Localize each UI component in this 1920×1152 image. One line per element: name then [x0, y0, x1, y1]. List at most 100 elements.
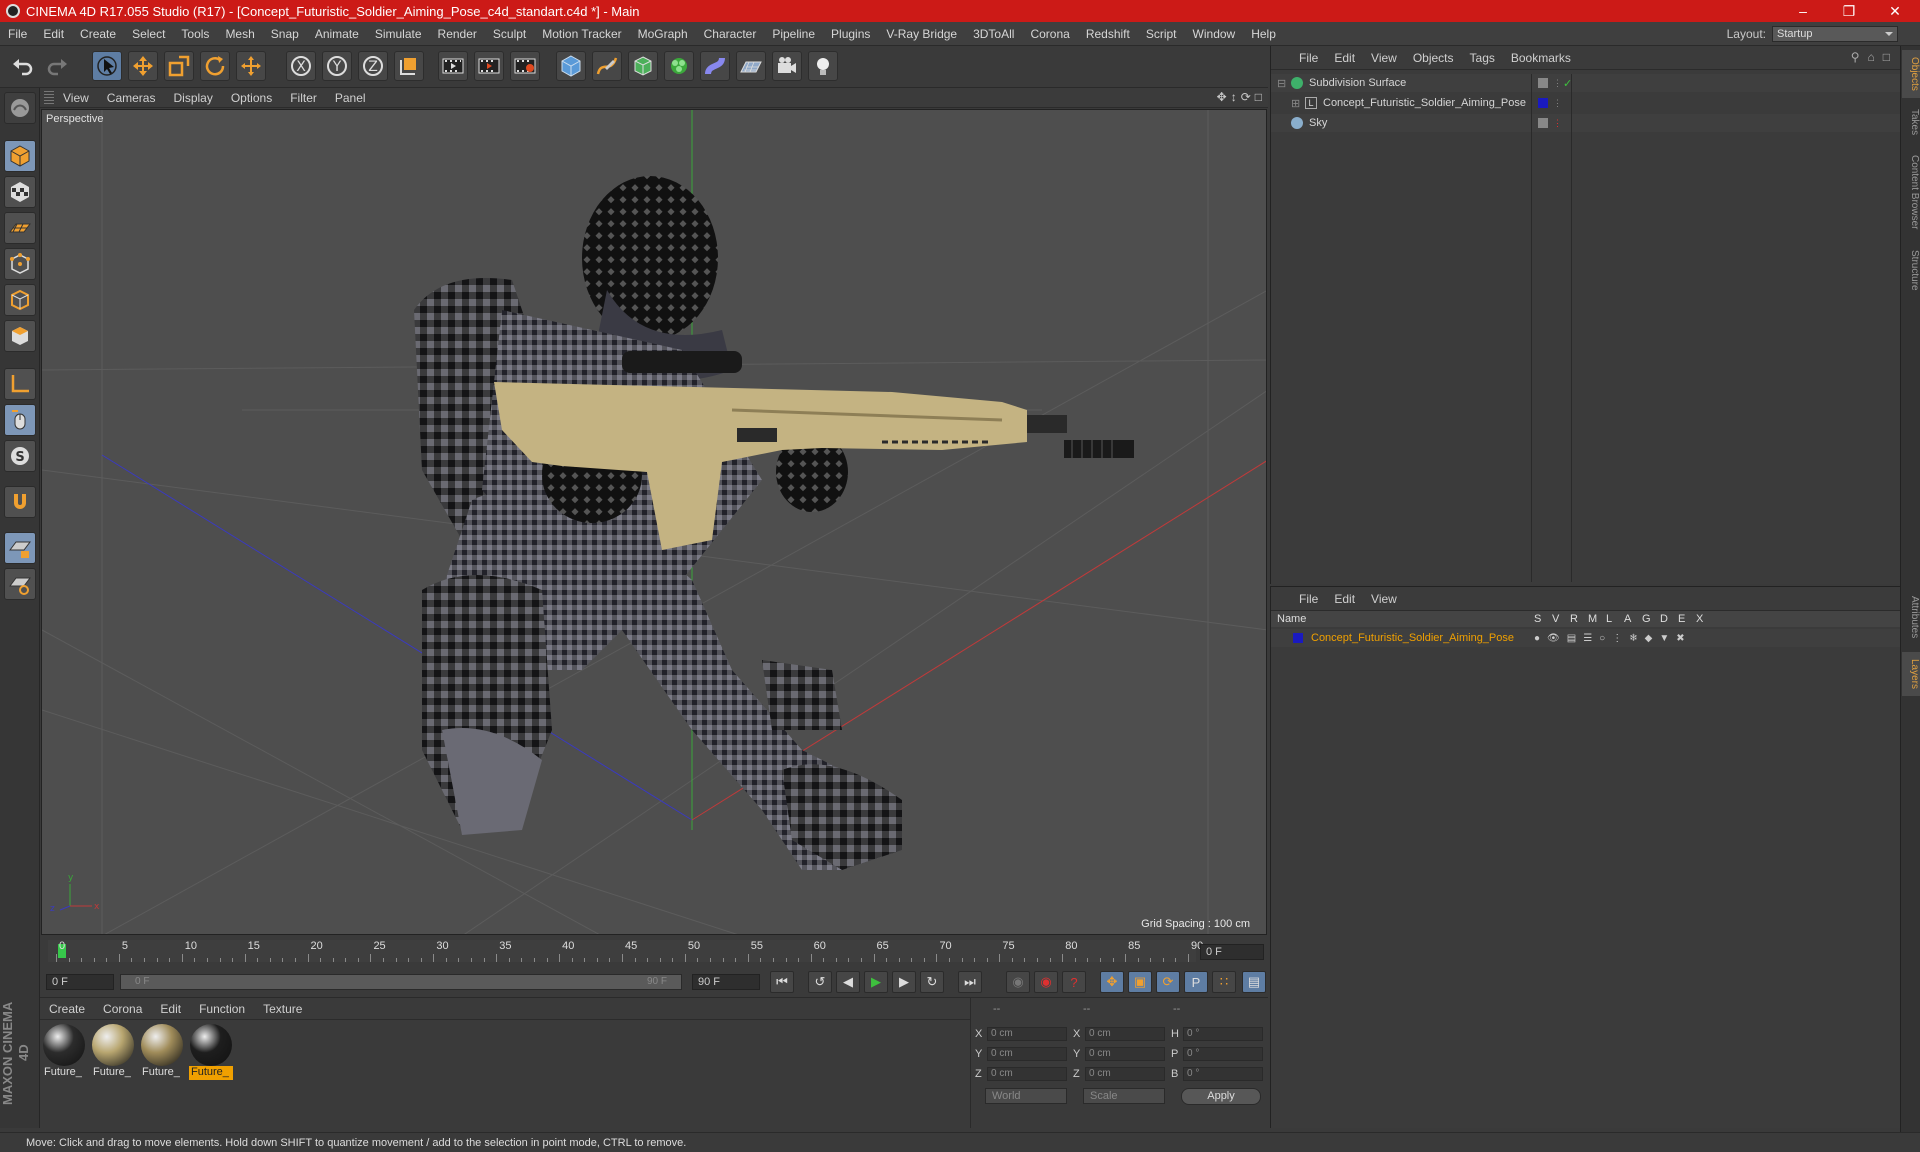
deformer-icon[interactable] [700, 51, 730, 81]
editor-visibility-icon[interactable] [1538, 118, 1548, 128]
autokey-icon[interactable]: ◉ [1034, 971, 1058, 993]
current-frame-field[interactable]: 0 F [1200, 944, 1264, 960]
start-frame-field[interactable]: 0 F [46, 974, 114, 990]
panel-grip-icon[interactable] [44, 90, 54, 105]
layer-menu-edit[interactable]: Edit [1326, 592, 1363, 606]
tab-attributes[interactable]: Attributes [1902, 586, 1920, 648]
menu-help[interactable]: Help [1243, 27, 1284, 41]
render-visibility-dots[interactable]: ⋮ [1553, 98, 1562, 109]
tab-takes[interactable]: Takes [1902, 102, 1920, 142]
floor-icon[interactable] [736, 51, 766, 81]
cloner-icon[interactable] [664, 51, 694, 81]
previous-frame-icon[interactable]: ◀ [836, 971, 860, 993]
rotation-h-field[interactable]: 0 ° [1183, 1027, 1263, 1041]
column-locked[interactable]: L [1606, 613, 1612, 625]
close-icon[interactable]: ✕ [1872, 0, 1918, 22]
column-divider[interactable] [1571, 74, 1572, 582]
cube-primitive-icon[interactable] [556, 51, 586, 81]
coordinate-mode-dropdown[interactable]: World [985, 1088, 1067, 1104]
restore-icon[interactable]: ❐ [1826, 0, 1872, 22]
rotate-icon[interactable] [200, 51, 230, 81]
material-menu-texture[interactable]: Texture [254, 1002, 311, 1016]
magnet-icon[interactable] [4, 486, 36, 518]
menu-animate[interactable]: Animate [307, 27, 367, 41]
tweak-mode-icon[interactable] [4, 404, 36, 436]
transform-icon[interactable] [236, 51, 266, 81]
menu-plugins[interactable]: Plugins [823, 27, 878, 41]
key-position-icon[interactable]: ✥ [1100, 971, 1124, 993]
layer-color-swatch[interactable] [1293, 633, 1303, 643]
deformer-toggle-icon[interactable]: ◆ [1645, 633, 1653, 644]
menu-render[interactable]: Render [430, 27, 485, 41]
menu-file[interactable]: File [0, 27, 35, 41]
menu-corona[interactable]: Corona [1022, 27, 1077, 41]
axis-mode-icon[interactable] [4, 368, 36, 400]
object-menu-bookmarks[interactable]: Bookmarks [1503, 51, 1579, 65]
editor-visibility-icon[interactable] [1538, 78, 1548, 88]
menu-select[interactable]: Select [124, 27, 173, 41]
menu-character[interactable]: Character [696, 27, 765, 41]
size-z-field[interactable]: 0 cm [1085, 1067, 1165, 1081]
layer-color-icon[interactable] [1538, 98, 1548, 108]
menu-3dtoall[interactable]: 3DToAll [965, 27, 1022, 41]
viewport-maximize-icon[interactable]: □ [1255, 90, 1262, 104]
go-to-start-icon[interactable]: ⏮ [770, 971, 794, 993]
position-x-field[interactable]: 0 cm [987, 1027, 1067, 1041]
key-point-level-icon[interactable]: ∷ [1212, 971, 1236, 993]
list-item[interactable]: ⊟ Subdivision Surface ⋮ ✓ [1271, 74, 1901, 92]
record-keys-icon[interactable]: ◉ [1006, 971, 1030, 993]
edges-mode-icon[interactable] [4, 284, 36, 316]
key-rotation-icon[interactable]: ⟳ [1156, 971, 1180, 993]
render-settings-icon[interactable] [510, 51, 540, 81]
rotation-p-field[interactable]: 0 ° [1183, 1047, 1263, 1061]
material-menu-edit[interactable]: Edit [151, 1002, 190, 1016]
layer-menu-view[interactable]: View [1363, 592, 1405, 606]
render-to-picture-viewer-icon[interactable] [474, 51, 504, 81]
timeline-ruler[interactable]: 0 5 10 15 20 25 30 35 40 45 50 55 60 65 70 75 80 85 90 [48, 940, 1203, 962]
rotation-b-field[interactable]: 0 ° [1183, 1067, 1263, 1081]
column-expressions[interactable]: E [1678, 613, 1685, 625]
model-mode-icon[interactable] [4, 140, 36, 172]
size-x-field[interactable]: 0 cm [1085, 1027, 1165, 1041]
material-menu-corona[interactable]: Corona [94, 1002, 151, 1016]
viewport-menu-options[interactable]: Options [222, 91, 281, 105]
key-parameter-icon[interactable]: P [1184, 971, 1208, 993]
polygons-mode-icon[interactable] [4, 320, 36, 352]
layer-row[interactable]: Concept_Futuristic_Soldier_Aiming_Pose ●… [1271, 629, 1901, 647]
expression-toggle-icon[interactable]: ▼ [1659, 633, 1669, 644]
subdivision-surface-icon[interactable] [628, 51, 658, 81]
column-solo[interactable]: S [1534, 613, 1541, 625]
render-toggle-icon[interactable]: ▤ [1567, 633, 1576, 644]
light-icon[interactable] [808, 51, 838, 81]
manager-toggle-icon[interactable]: ☰ [1583, 633, 1592, 644]
search-icon[interactable]: ⚲ [1851, 50, 1860, 64]
material-swatch[interactable]: Future_ [91, 1024, 135, 1080]
material-swatch[interactable]: Future_ [42, 1024, 86, 1080]
menu-simulate[interactable]: Simulate [367, 27, 430, 41]
object-menu-file[interactable]: File [1291, 51, 1326, 65]
column-generators[interactable]: G [1642, 613, 1651, 625]
z-axis-icon[interactable]: Z [358, 51, 388, 81]
position-y-field[interactable]: 0 cm [987, 1047, 1067, 1061]
next-key-icon[interactable]: ↻ [920, 971, 944, 993]
perspective-viewport[interactable]: y x z Perspective Grid Spacing : 100 cm [41, 109, 1267, 935]
menu-window[interactable]: Window [1185, 27, 1244, 41]
column-animation[interactable]: A [1624, 613, 1631, 625]
list-item[interactable]: ⊞ L Concept_Futuristic_Soldier_Aiming_Po… [1271, 94, 1901, 112]
grid-snap-icon[interactable] [4, 568, 36, 600]
viewport-pan-icon[interactable]: ✥ [1217, 90, 1227, 104]
column-render[interactable]: R [1570, 613, 1578, 625]
animation-toggle-icon[interactable]: ⋮ [1612, 633, 1622, 644]
viewport-menu-panel[interactable]: Panel [326, 91, 375, 105]
expand-icon[interactable]: ⊞ [1291, 97, 1301, 110]
viewport-menu-display[interactable]: Display [164, 91, 221, 105]
collapse-icon[interactable]: ⊟ [1277, 77, 1287, 90]
points-mode-icon[interactable] [4, 248, 36, 280]
object-menu-view[interactable]: View [1363, 51, 1405, 65]
live-selection-icon[interactable] [92, 51, 122, 81]
apply-button[interactable]: Apply [1181, 1088, 1261, 1105]
undo-icon[interactable] [8, 51, 38, 81]
frame-range-slider[interactable]: 0 F 90 F [120, 974, 682, 990]
viewport-menu-view[interactable]: View [54, 91, 98, 105]
lock-workplane-icon[interactable] [4, 532, 36, 564]
